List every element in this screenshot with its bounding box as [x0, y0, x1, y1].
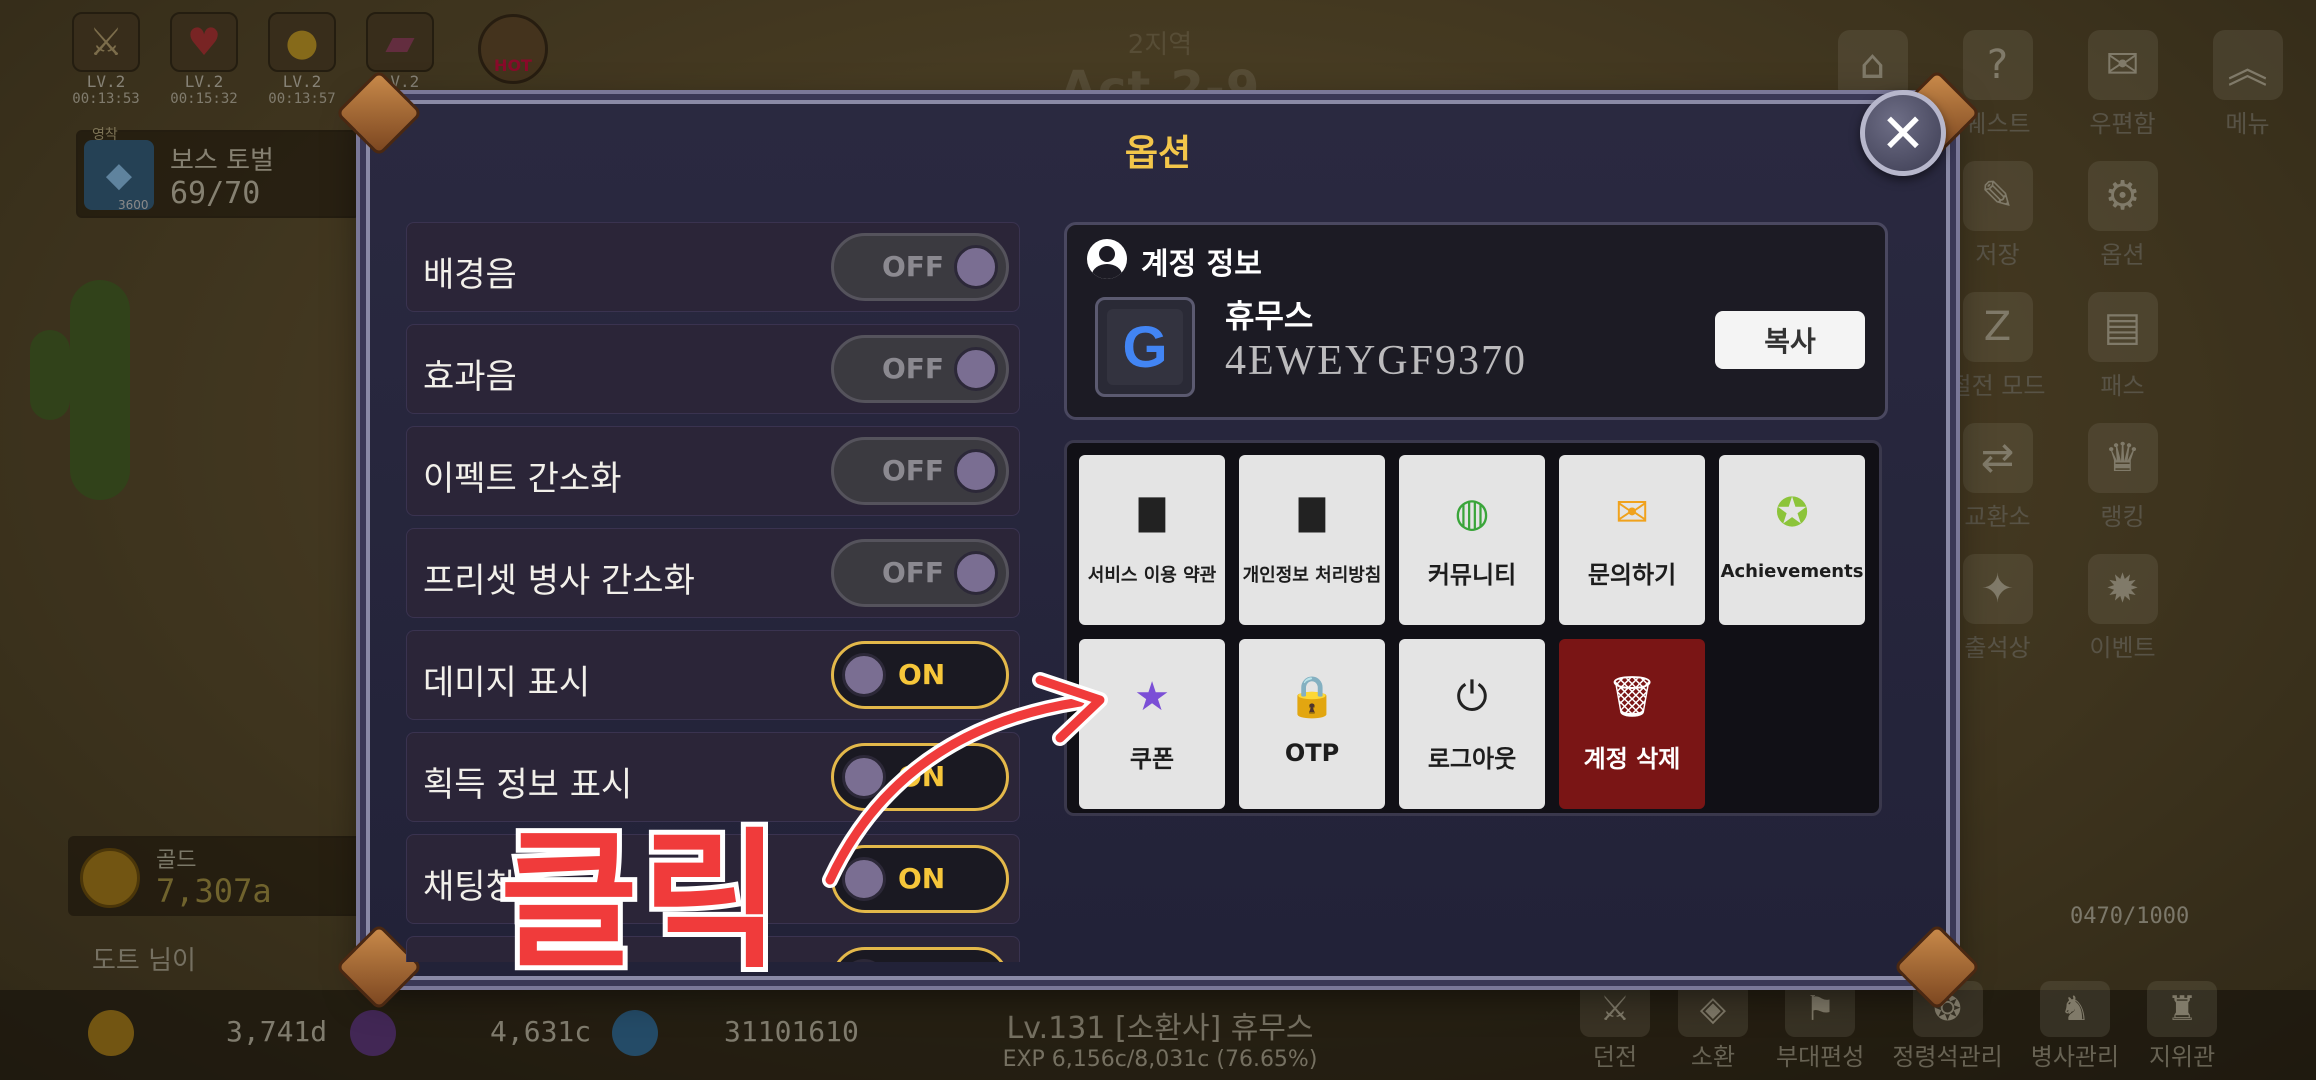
annotation-arrow [822, 672, 1108, 888]
click-annotation: 클릭 [495, 810, 785, 994]
